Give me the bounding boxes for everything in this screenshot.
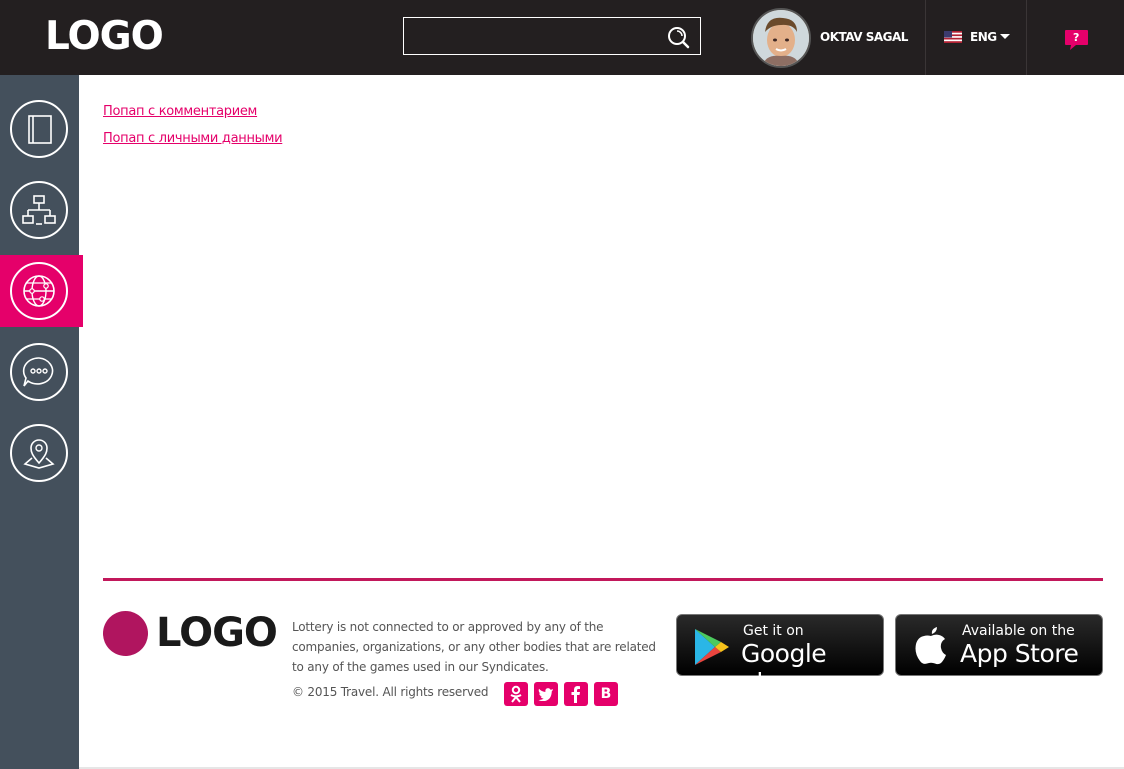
popup-links: Попап с комментарием Попап с личными дан… xyxy=(103,104,283,158)
twitter-button[interactable] xyxy=(534,682,558,706)
search-input[interactable] xyxy=(410,24,664,50)
user-name[interactable]: OKTAV SAGAL xyxy=(820,30,908,44)
chevron-down-icon xyxy=(999,33,1010,39)
apple-icon xyxy=(915,627,946,665)
sitemap-icon xyxy=(22,195,56,225)
app-store-big-text: App Store xyxy=(960,639,1079,668)
google-play-small-text: Get it on xyxy=(743,623,804,639)
vk-button[interactable]: B xyxy=(594,682,618,706)
sidebar-item-chat[interactable] xyxy=(0,336,79,408)
sidebar xyxy=(0,75,83,769)
globe-icon xyxy=(23,275,55,307)
facebook-button[interactable] xyxy=(564,682,588,706)
book-icon xyxy=(28,115,52,144)
sidebar-item-globe[interactable] xyxy=(0,255,83,327)
app-store-badge[interactable]: Available on the App Store xyxy=(895,614,1103,676)
search-icon[interactable] xyxy=(666,25,690,49)
us-flag-icon xyxy=(944,31,962,43)
avatar-image xyxy=(753,10,809,66)
chat-icon xyxy=(22,357,54,387)
language-code: ENG xyxy=(970,30,997,44)
personal-data-popup-link[interactable]: Попап с личными данными xyxy=(103,131,283,158)
app-store-small-text: Available on the xyxy=(962,623,1075,639)
google-play-icon xyxy=(695,629,729,665)
user-avatar[interactable] xyxy=(751,8,811,68)
footer-divider xyxy=(103,578,1103,581)
odnoklassniki-button[interactable] xyxy=(504,682,528,706)
top-header: LOGO OKTAV SAGAL ENG ? xyxy=(0,0,1124,75)
header-logo[interactable]: LOGO xyxy=(45,14,164,59)
google-play-badge[interactable]: Get it on Google play xyxy=(676,614,884,697)
sidebar-item-map[interactable] xyxy=(0,417,79,489)
footer-copyright: © 2015 Travel. All rights reserved xyxy=(292,685,489,699)
search-box[interactable] xyxy=(403,17,701,55)
footer-logo[interactable]: LOGO xyxy=(156,610,278,656)
comment-popup-link[interactable]: Попап с комментарием xyxy=(103,104,282,131)
header-divider xyxy=(1026,0,1027,75)
language-selector[interactable]: ENG xyxy=(944,29,1010,45)
footer-logo-mark xyxy=(103,611,148,656)
odnoklassniki-icon xyxy=(510,685,522,703)
footer-disclaimer: Lottery is not connected to or approved … xyxy=(292,620,656,674)
sidebar-item-book[interactable] xyxy=(0,93,79,165)
help-label: ? xyxy=(1073,31,1080,44)
sidebar-item-network[interactable] xyxy=(0,174,79,246)
vk-icon: B xyxy=(600,686,612,702)
header-divider xyxy=(925,0,926,75)
twitter-icon xyxy=(538,688,553,701)
google-play-big-text: Google play xyxy=(741,639,827,697)
help-button[interactable]: ? xyxy=(1064,29,1089,51)
map-pin-icon xyxy=(23,439,55,469)
facebook-icon xyxy=(571,686,580,703)
